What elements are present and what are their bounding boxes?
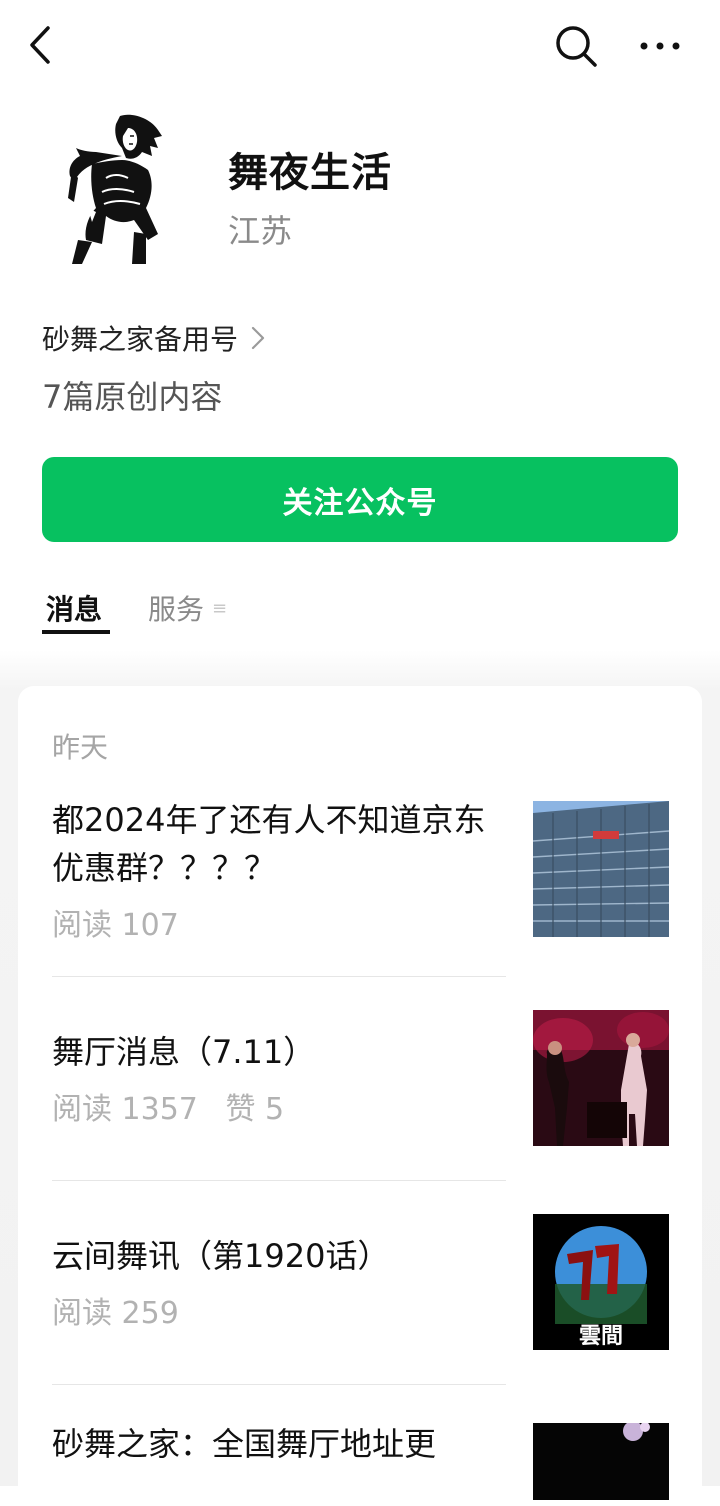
divider [52, 1384, 506, 1385]
follow-button[interactable]: 关注公众号 [42, 457, 678, 542]
original-content-count: 7篇原创内容 [42, 378, 223, 416]
article-reads: 阅读 259 [52, 1296, 179, 1331]
article-item[interactable]: 都2024年了还有人不知道京东优惠群？？？？ 阅读 107 [52, 796, 670, 943]
divider [52, 1180, 506, 1181]
menu-icon: ≡ [212, 597, 228, 619]
tab-services-label: 服务 [148, 593, 205, 626]
account-name: 舞夜生活 [228, 150, 392, 196]
more-button[interactable] [634, 30, 686, 62]
article-title: 舞厅消息（7.11） [52, 1033, 316, 1071]
date-label: 昨天 [52, 731, 109, 764]
more-horizontal-icon [640, 42, 680, 50]
article-item[interactable]: 舞厅消息（7.11） 阅读 1357 赞 5 [52, 1010, 670, 1168]
article-thumbnail [533, 801, 669, 937]
message-card: 昨天 都2024年了还有人不知道京东优惠群？？？？ 阅读 107 舞厅消息（7.… [18, 686, 702, 1506]
article-title: 云间舞讯（第1920话） [52, 1237, 390, 1275]
article-likes: 赞 5 [225, 1092, 285, 1127]
account-region: 江苏 [228, 212, 293, 250]
article-meta: 阅读 1357 赞 5 [52, 1084, 284, 1128]
article-reads: 阅读 1357 [52, 1092, 198, 1127]
tab-messages[interactable]: 消息 [46, 588, 102, 628]
back-button[interactable] [22, 22, 62, 68]
article-title: 砂舞之家：全国舞厅地址更 [52, 1425, 437, 1463]
article-reads: 阅读 107 [52, 908, 179, 943]
search-button[interactable] [552, 22, 600, 70]
account-avatar[interactable] [62, 112, 166, 266]
thumbnail-caption: 雲間 [578, 1324, 623, 1349]
divider [52, 976, 506, 977]
article-thumbnail: 雲間 [533, 1214, 669, 1350]
account-subject-label: 砂舞之家备用号 [42, 323, 239, 356]
article-thumbnail [533, 1010, 669, 1146]
top-bar [0, 0, 720, 92]
account-subject-link[interactable]: 砂舞之家备用号 [42, 318, 266, 358]
tab-active-indicator [42, 630, 110, 634]
search-icon [556, 26, 597, 67]
tab-services[interactable]: 服务 ≡ [148, 588, 227, 628]
article-thumbnail [533, 1423, 669, 1500]
article-item[interactable]: 砂舞之家：全国舞厅地址更 [52, 1420, 670, 1500]
article-title: 都2024年了还有人不知道京东优惠群？？？？ [52, 801, 486, 887]
article-item[interactable]: 云间舞讯（第1920话） 阅读 259 雲間 [52, 1214, 670, 1372]
chevron-right-icon [251, 326, 265, 350]
tab-messages-label: 消息 [46, 593, 103, 626]
chevron-left-icon [30, 26, 50, 64]
